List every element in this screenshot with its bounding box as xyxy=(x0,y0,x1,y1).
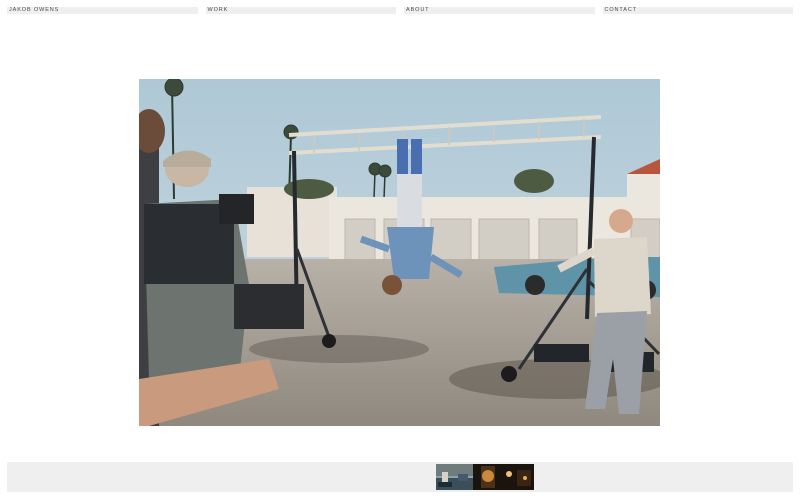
filmstrip-thumbnail-night[interactable] xyxy=(473,464,534,490)
filmstrip-thumbnail-street[interactable] xyxy=(436,464,473,490)
top-nav: JAKOB OWENS WORK ABOUT CONTACT xyxy=(7,7,793,14)
nav-about-link[interactable]: ABOUT xyxy=(404,7,595,14)
nav-home-label: JAKOB OWENS xyxy=(9,7,60,13)
nav-contact-label: CONTACT xyxy=(604,7,637,13)
nav-contact-link[interactable]: CONTACT xyxy=(602,7,793,14)
hero-photo xyxy=(139,79,660,426)
nav-work-label: WORK xyxy=(207,7,229,13)
nav-about-label: ABOUT xyxy=(406,7,430,13)
filmstrip xyxy=(7,462,793,492)
nav-work-link[interactable]: WORK xyxy=(205,7,396,14)
nav-home-link[interactable]: JAKOB OWENS xyxy=(7,7,198,14)
